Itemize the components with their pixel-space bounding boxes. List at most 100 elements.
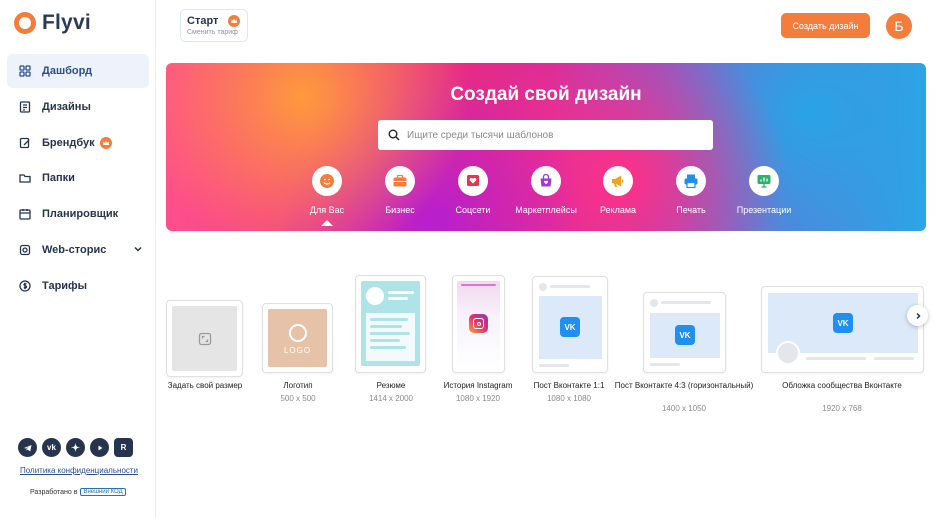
story-progress-bar bbox=[461, 284, 496, 286]
resume-line bbox=[388, 291, 414, 294]
chevron-right-icon bbox=[915, 312, 921, 319]
resume-line bbox=[370, 332, 410, 335]
youtube-icon[interactable] bbox=[90, 438, 109, 457]
template-card-logo[interactable]: LOGO bbox=[262, 303, 333, 373]
plan-title: Старт bbox=[187, 15, 219, 27]
developer-logo[interactable]: Внешний КОД bbox=[80, 488, 126, 496]
resume-line bbox=[370, 318, 408, 321]
sidebar-item-designs[interactable]: Дизайны bbox=[7, 90, 149, 124]
sidebar-item-label: Web-сторис bbox=[42, 243, 107, 256]
change-plan-link[interactable]: Сменить тариф bbox=[187, 29, 247, 36]
sidebar: Flyvi Дашборд Дизайны Брендбук Папки Пла… bbox=[0, 0, 156, 518]
social-links: vk R bbox=[18, 438, 133, 457]
hero-banner: Создай свой дизайн Для Вас Бизнес bbox=[166, 63, 926, 231]
category-presentations[interactable]: Презентации bbox=[724, 166, 804, 215]
category-print[interactable]: Печать bbox=[651, 166, 731, 215]
crown-icon bbox=[99, 136, 112, 149]
category-business[interactable]: Бизнес bbox=[360, 166, 440, 215]
vk-post-line bbox=[550, 285, 590, 288]
resume-line bbox=[370, 339, 400, 342]
category-icon-circle bbox=[385, 166, 415, 196]
dzen-icon[interactable] bbox=[66, 438, 85, 457]
template-card-vk-post-horizontal[interactable]: VK bbox=[643, 292, 726, 373]
category-label: Реклама bbox=[599, 205, 637, 215]
privacy-policy-link[interactable]: Политика конфиденциальности bbox=[20, 466, 138, 475]
heart-icon bbox=[467, 175, 479, 186]
vk-community-avatar bbox=[776, 341, 800, 365]
vk-post-line bbox=[661, 301, 711, 304]
vk-logo-icon: VK bbox=[675, 325, 695, 345]
sidebar-item-dashboard[interactable]: Дашборд bbox=[7, 54, 149, 88]
vk-logo-icon: VK bbox=[560, 317, 580, 337]
brandbook-icon bbox=[19, 137, 31, 149]
sidebar-item-brandbook[interactable]: Брендбук bbox=[7, 126, 149, 160]
sidebar-item-tariffs[interactable]: Тарифы bbox=[7, 269, 149, 303]
plan-title-row: Старт bbox=[187, 15, 247, 27]
printer-icon bbox=[684, 174, 698, 189]
logo-circle-icon bbox=[289, 324, 307, 342]
sidebar-item-label: Тарифы bbox=[42, 279, 88, 292]
category-label: Для Вас bbox=[309, 205, 345, 215]
sidebar-item-label: Папки bbox=[42, 172, 75, 185]
folder-icon bbox=[19, 172, 31, 184]
selected-category-pointer bbox=[321, 220, 333, 226]
sidebar-item-label: Дашборд bbox=[42, 65, 93, 77]
template-card-custom-size[interactable] bbox=[166, 300, 243, 377]
crown-icon bbox=[228, 15, 241, 27]
template-preview: VK bbox=[650, 313, 720, 358]
sidebar-item-planner[interactable]: Планировщик bbox=[7, 197, 149, 231]
category-label: Соцсети bbox=[455, 205, 491, 215]
category-marketplaces[interactable]: Маркетплейсы bbox=[506, 166, 586, 215]
category-icon-circle bbox=[458, 166, 488, 196]
template-preview bbox=[172, 306, 237, 371]
logo-text: Flyvi bbox=[42, 11, 91, 34]
category-label: Презентации bbox=[736, 205, 792, 215]
category-for-you[interactable]: Для Вас bbox=[287, 166, 367, 215]
template-card-vk-cover[interactable]: VK bbox=[761, 286, 924, 373]
category-social[interactable]: Соцсети bbox=[433, 166, 513, 215]
web-stories-icon bbox=[19, 244, 31, 256]
vk-post-actions bbox=[650, 363, 680, 366]
resume-line bbox=[388, 297, 408, 300]
smile-icon bbox=[320, 174, 334, 188]
sidebar-item-folders[interactable]: Папки bbox=[7, 161, 149, 195]
tariff-icon bbox=[19, 280, 31, 292]
made-by: Разработано в Внешний КОД bbox=[30, 488, 126, 496]
search-input[interactable] bbox=[407, 129, 697, 141]
telegram-icon[interactable] bbox=[18, 438, 37, 457]
template-card-instagram-story[interactable] bbox=[452, 275, 505, 373]
rutube-icon[interactable]: R bbox=[114, 438, 133, 457]
template-card-vk-post-square[interactable]: VK bbox=[532, 276, 608, 373]
sidebar-item-label: Планировщик bbox=[42, 208, 119, 221]
plan-selector[interactable]: Старт Сменить тариф bbox=[180, 9, 248, 42]
template-card-resume[interactable] bbox=[355, 275, 426, 373]
vk-avatar-placeholder bbox=[650, 299, 658, 307]
category-icon-circle bbox=[603, 166, 633, 196]
category-label: Маркетплейсы bbox=[515, 205, 577, 215]
template-preview: VK bbox=[539, 296, 602, 359]
category-label: Бизнес bbox=[385, 205, 415, 215]
vk-icon[interactable]: vk bbox=[42, 438, 61, 457]
vk-cover-line bbox=[874, 357, 914, 360]
resume-line bbox=[370, 325, 402, 328]
shopping-bag-icon bbox=[540, 173, 552, 187]
carousel-next-button[interactable] bbox=[907, 305, 928, 326]
search-icon bbox=[388, 129, 400, 141]
avatar[interactable]: Б bbox=[886, 13, 912, 39]
create-design-button[interactable]: Создать дизайн bbox=[781, 13, 870, 38]
sidebar-item-label: Дизайны bbox=[42, 100, 91, 113]
category-list: Для Вас Бизнес Соцсети Маркетплейсы Рекл… bbox=[166, 166, 926, 226]
sidebar-item-web-stories[interactable]: Web-сторис bbox=[7, 233, 149, 267]
app-root: Flyvi Дашборд Дизайны Брендбук Папки Пла… bbox=[0, 0, 935, 518]
category-ads[interactable]: Реклама bbox=[578, 166, 658, 215]
template-size: 1080 x 1080 bbox=[546, 394, 592, 403]
template-name: Обложка сообщества Вконтакте bbox=[782, 381, 902, 390]
template-preview bbox=[361, 281, 420, 366]
logo[interactable]: Flyvi bbox=[14, 11, 91, 35]
chevron-down-icon[interactable] bbox=[133, 244, 143, 254]
briefcase-icon bbox=[393, 174, 407, 187]
vk-avatar-placeholder bbox=[539, 283, 547, 291]
template-search[interactable] bbox=[378, 120, 713, 150]
vk-cover-line bbox=[806, 357, 866, 360]
sidebar-nav: Дашборд Дизайны Брендбук Папки Планировщ… bbox=[7, 54, 149, 305]
